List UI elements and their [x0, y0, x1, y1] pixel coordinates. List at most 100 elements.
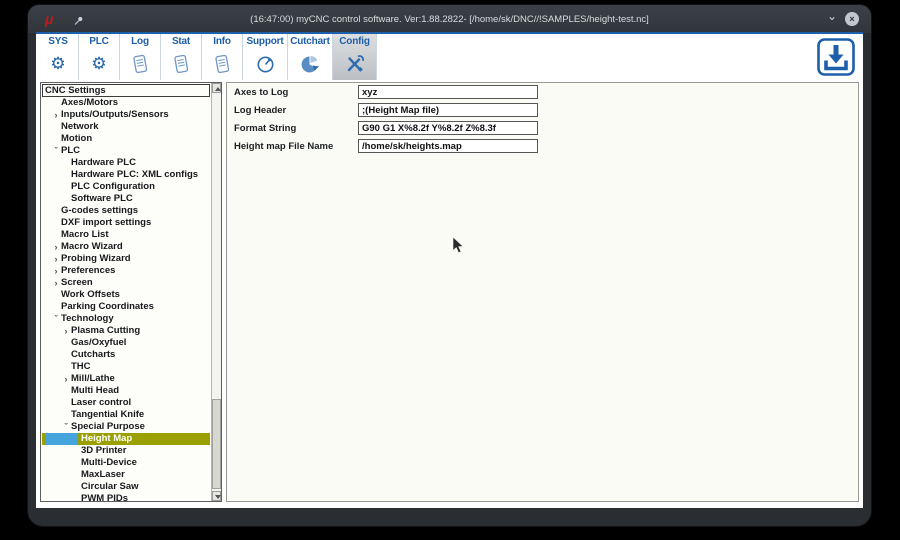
- tree-item-circular-saw[interactable]: Circular Saw: [42, 481, 210, 493]
- expander-expanded-icon[interactable]: [51, 145, 61, 157]
- tree-item-plc-configuration[interactable]: PLC Configuration: [42, 181, 210, 193]
- expander-collapsed-icon[interactable]: [51, 241, 61, 253]
- window-title: (16:47:00) myCNC control software. Ver:1…: [250, 14, 649, 25]
- tree-item-g-codes-settings[interactable]: G-codes settings: [42, 205, 210, 217]
- tree-item-pwm-pids[interactable]: PWM PIDs: [42, 493, 210, 501]
- height-map-settings-form: Axes to Log Log Header Format String Hei…: [226, 82, 859, 502]
- expander-collapsed-icon[interactable]: [51, 265, 61, 277]
- tree-item-technology[interactable]: Technology: [42, 313, 210, 325]
- log-sheet-icon: [212, 50, 232, 78]
- titlebar: μ (16:47:00) myCNC control software. Ver…: [28, 5, 871, 33]
- tree-item-hardware-plc-xml-configs[interactable]: Hardware PLC: XML configs: [42, 169, 210, 181]
- log-header-label: Log Header: [234, 105, 358, 116]
- crossed-tools-icon: [345, 50, 365, 78]
- tree-item-multi-device[interactable]: Multi-Device: [42, 457, 210, 469]
- tab-sys[interactable]: SYS ⚙: [38, 34, 79, 80]
- tab-info[interactable]: Info: [202, 34, 243, 80]
- tree-item-multi-head[interactable]: Multi Head: [42, 385, 210, 397]
- mycnc-logo: μ: [45, 11, 53, 27]
- form-row: Height map File Name: [234, 139, 858, 153]
- tree-item-height-map[interactable]: Height Map: [42, 433, 210, 445]
- tree-item-maxlaser[interactable]: MaxLaser: [42, 469, 210, 481]
- tab-cutchart[interactable]: Cutchart: [288, 34, 333, 80]
- desktop: μ (16:47:00) myCNC control software. Ver…: [0, 0, 900, 540]
- tab-plc-label: PLC: [79, 34, 119, 50]
- tree-item-mill-lathe[interactable]: Mill/Lathe: [42, 373, 210, 385]
- expander-expanded-icon[interactable]: [61, 421, 71, 433]
- tab-support[interactable]: Support: [243, 34, 288, 80]
- form-row: Format String: [234, 121, 858, 135]
- pin-icon[interactable]: [73, 13, 83, 31]
- tree-item-laser-control[interactable]: Laser control: [42, 397, 210, 409]
- pie-chart-icon: [301, 50, 320, 78]
- tree-item-software-plc[interactable]: Software PLC: [42, 193, 210, 205]
- tree-item-axes-motors[interactable]: Axes/Motors: [42, 97, 210, 109]
- tree-item-cutcharts[interactable]: Cutcharts: [42, 349, 210, 361]
- tree-item-macro-list[interactable]: Macro List: [42, 229, 210, 241]
- form-row: Log Header: [234, 103, 858, 117]
- axes-to-log-label: Axes to Log: [234, 87, 358, 98]
- tab-support-label: Support: [243, 34, 287, 50]
- tab-sys-label: SYS: [38, 34, 78, 50]
- tree-item-3d-printer[interactable]: 3D Printer: [42, 445, 210, 457]
- main-area: CNC Settings Axes/Motors Inputs/Outputs/…: [36, 80, 863, 508]
- expander-collapsed-icon[interactable]: [61, 373, 71, 385]
- tree-item-special-purpose[interactable]: Special Purpose: [42, 421, 210, 433]
- tree-rows: CNC Settings Axes/Motors Inputs/Outputs/…: [41, 83, 221, 501]
- save-settings-button[interactable]: [816, 37, 856, 77]
- log-header-input[interactable]: [358, 103, 538, 117]
- tab-stat-label: Stat: [161, 34, 201, 50]
- tree-item-cnc-settings[interactable]: CNC Settings: [42, 84, 210, 97]
- tree-item-parking-coordinates[interactable]: Parking Coordinates: [42, 301, 210, 313]
- expander-collapsed-icon[interactable]: [51, 277, 61, 289]
- gear-icon: ⚙: [50, 50, 65, 78]
- scrollbar-thumb[interactable]: [212, 399, 221, 489]
- scroll-up-icon[interactable]: [212, 83, 221, 93]
- gauge-icon: [256, 50, 275, 78]
- tree-item-dxf-import-settings[interactable]: DXF import settings: [42, 217, 210, 229]
- gear-icon: ⚙: [91, 50, 106, 78]
- expander-collapsed-icon[interactable]: [61, 325, 71, 337]
- axes-to-log-input[interactable]: [358, 85, 538, 99]
- tree-item-gas-oxyfuel[interactable]: Gas/Oxyfuel: [42, 337, 210, 349]
- content-area: SYS ⚙ PLC ⚙ Log Stat: [36, 32, 863, 508]
- tab-cutchart-label: Cutchart: [288, 34, 332, 50]
- height-map-file-name-label: Height map File Name: [234, 141, 358, 152]
- tree-item-plc[interactable]: PLC: [42, 145, 210, 157]
- tree-item-thc[interactable]: THC: [42, 361, 210, 373]
- tab-stat[interactable]: Stat: [161, 34, 202, 80]
- shade-icon[interactable]: ⌄: [827, 9, 837, 23]
- toolbar: SYS ⚙ PLC ⚙ Log Stat: [36, 34, 863, 80]
- form-row: Axes to Log: [234, 85, 858, 99]
- expander-collapsed-icon[interactable]: [51, 109, 61, 121]
- tab-info-label: Info: [202, 34, 242, 50]
- expander-collapsed-icon[interactable]: [51, 253, 61, 265]
- tree-item-probing-wizard[interactable]: Probing Wizard: [42, 253, 210, 265]
- tab-config-label: Config: [333, 34, 376, 50]
- format-string-label: Format String: [234, 123, 358, 134]
- tree-item-macro-wizard[interactable]: Macro Wizard: [42, 241, 210, 253]
- tab-log[interactable]: Log: [120, 34, 161, 80]
- tree-item-preferences[interactable]: Preferences: [42, 265, 210, 277]
- tree-item-motion[interactable]: Motion: [42, 133, 210, 145]
- tree-item-inputs-outputs-sensors[interactable]: Inputs/Outputs/Sensors: [42, 109, 210, 121]
- tree-item-work-offsets[interactable]: Work Offsets: [42, 289, 210, 301]
- app-window: μ (16:47:00) myCNC control software. Ver…: [28, 5, 871, 526]
- tab-log-label: Log: [120, 34, 160, 50]
- tree-item-hardware-plc[interactable]: Hardware PLC: [42, 157, 210, 169]
- log-sheet-icon: [130, 50, 150, 78]
- scroll-down-icon[interactable]: [212, 491, 221, 501]
- tree-item-tangential-knife[interactable]: Tangential Knife: [42, 409, 210, 421]
- settings-tree: CNC Settings Axes/Motors Inputs/Outputs/…: [40, 82, 222, 502]
- height-map-file-name-input[interactable]: [358, 139, 538, 153]
- expander-expanded-icon[interactable]: [51, 313, 61, 325]
- format-string-input[interactable]: [358, 121, 538, 135]
- tab-plc[interactable]: PLC ⚙: [79, 34, 120, 80]
- log-sheet-icon: [171, 50, 191, 78]
- tree-item-network[interactable]: Network: [42, 121, 210, 133]
- close-icon[interactable]: ×: [845, 12, 859, 26]
- tree-item-plasma-cutting[interactable]: Plasma Cutting: [42, 325, 210, 337]
- tree-item-screen[interactable]: Screen: [42, 277, 210, 289]
- tab-config[interactable]: Config: [333, 34, 377, 80]
- tree-scrollbar[interactable]: [211, 83, 221, 501]
